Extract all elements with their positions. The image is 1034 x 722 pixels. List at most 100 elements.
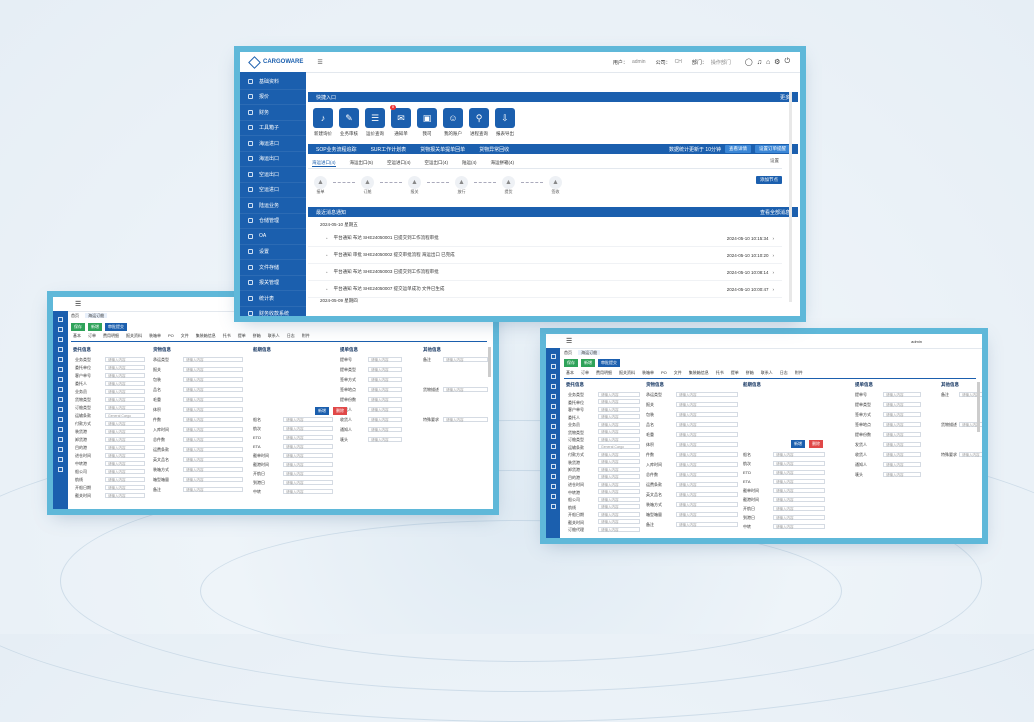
form-subtab[interactable]: 提单 (731, 370, 739, 376)
sidebar-icon[interactable] (550, 364, 556, 369)
form-input[interactable]: 请输入内容 (105, 372, 145, 378)
form-tab-home[interactable]: 首页 (564, 350, 572, 355)
form-input[interactable]: 请输入内容 (183, 406, 243, 412)
sidebar-item[interactable]: 陆运业务 (240, 198, 306, 214)
sidebar-icon[interactable] (550, 434, 556, 439)
submit-button[interactable]: 审批提交 (105, 323, 127, 331)
quick-item[interactable]: ☺ 我的账户 (442, 108, 464, 137)
sidebar-icon[interactable] (58, 337, 63, 342)
form-input[interactable]: 请输入内容 (598, 481, 640, 487)
sidebar-icon[interactable] (58, 347, 63, 352)
form-input[interactable]: 请输入内容 (368, 376, 402, 382)
form-input[interactable]: 请输入内容 (598, 489, 640, 494)
quick-item[interactable]: ▣ 我司 (416, 108, 438, 137)
sidebar-icon[interactable] (550, 354, 556, 359)
sidebar-item[interactable]: 报价 (240, 90, 306, 105)
form-input[interactable]: 请输入内容 (105, 492, 145, 498)
form-input[interactable]: 请输入内容 (676, 441, 738, 447)
form-input[interactable]: 请输入内容 (183, 356, 243, 362)
form-input[interactable]: 请输入内容 (105, 388, 145, 394)
form-input[interactable]: 请输入内容 (773, 514, 825, 520)
form-input[interactable]: 请输入内容 (883, 411, 921, 417)
home-icon[interactable]: ⌂ (766, 59, 770, 66)
form-input[interactable]: 请输入内容 (105, 436, 145, 442)
sidebar-icon[interactable] (58, 317, 63, 322)
form-input[interactable]: 请输入内容 (883, 431, 921, 437)
sidebar-icon[interactable] (58, 397, 63, 402)
branch-value[interactable]: 操作部门 (711, 59, 731, 66)
sidebar-icon[interactable] (550, 504, 556, 509)
form-input[interactable]: 请输入内容 (368, 406, 402, 412)
form-input[interactable]: 请输入内容 (773, 451, 825, 457)
form-input[interactable]: 请输入内容 (105, 476, 145, 482)
form-input[interactable]: 请输入内容 (773, 523, 825, 529)
form-input[interactable]: 请输入内容 (183, 366, 243, 372)
form-input[interactable]: 请输入内容 (773, 487, 825, 493)
sidebar-icon[interactable] (58, 377, 63, 382)
sidebar-icon[interactable] (58, 457, 63, 462)
form-input[interactable]: 请输入内容 (598, 451, 640, 457)
form-input[interactable]: 请输入内容 (283, 434, 333, 440)
form-input[interactable]: 请输入内容 (883, 461, 921, 467)
form-subtab[interactable]: 附件 (302, 333, 310, 339)
form-subtab[interactable]: 订单 (581, 370, 589, 376)
form-input[interactable]: 请输入内容 (773, 460, 825, 466)
row-delete-button[interactable]: 删除 (333, 407, 347, 415)
sidebar-icon[interactable] (550, 464, 556, 469)
form-input[interactable]: 请输入内容 (105, 452, 145, 458)
form-input[interactable]: 请输入内容 (283, 488, 333, 494)
sidebar-item[interactable]: OA (240, 229, 306, 245)
message-row[interactable]: • 平台通知 布达 SHE24050001 已提交到工作流程审批 2024-05-1… (308, 230, 782, 247)
form-input[interactable]: 请输入内容 (105, 468, 145, 474)
form-input[interactable]: 请输入内容 (183, 436, 243, 442)
form-subtab[interactable]: 费用明细 (596, 370, 612, 376)
sidebar-item[interactable]: 文件存储 (240, 260, 306, 276)
row-add-button[interactable]: 新增 (315, 407, 329, 415)
form-input[interactable]: 请输入内容 (676, 431, 738, 437)
form-input[interactable]: 请输入内容 (368, 436, 402, 442)
form-input[interactable]: 请输入内容 (105, 460, 145, 466)
form-input[interactable]: 请输入内容 (368, 396, 402, 402)
form-input[interactable]: 请输入内容 (283, 425, 333, 431)
form-input[interactable]: 请输入内容 (598, 406, 640, 412)
form-subtab[interactable]: 基本 (566, 370, 574, 376)
sidebar-item[interactable]: 基础资料 (240, 74, 306, 90)
form-input[interactable]: 请输入内容 (676, 401, 738, 407)
flow-tab[interactable]: 空运进口(4) (387, 160, 411, 167)
form-input[interactable]: 请输入内容 (598, 526, 640, 532)
message-row[interactable]: • 平台通知 布达 SHE24050003 已提交到工作流程审批 2024-05-1… (308, 264, 782, 281)
sidebar-item[interactable]: 设置 (240, 245, 306, 260)
user-value[interactable]: admin (632, 59, 646, 65)
form-subtab[interactable]: 日志 (780, 370, 788, 376)
sidebar-icon[interactable] (550, 394, 556, 399)
tracking-tab[interactable]: SOP业务流程追踪 (316, 146, 357, 153)
form-input[interactable]: 请输入内容 (368, 366, 402, 372)
form-subtab[interactable]: 文件 (181, 333, 189, 339)
sidebar-icon[interactable] (58, 417, 63, 422)
form-input[interactable]: 请输入内容 (773, 478, 825, 484)
form-input[interactable]: 请输入内容 (105, 428, 145, 434)
sidebar-icon[interactable] (550, 474, 556, 479)
sidebar-icon[interactable] (550, 454, 556, 459)
form-input[interactable]: 请输入内容 (105, 404, 145, 410)
sidebar-icon[interactable] (550, 404, 556, 409)
form-input[interactable]: 请输入内容 (283, 452, 333, 458)
sidebar-icon[interactable] (58, 447, 63, 452)
flow-settings[interactable]: 设置 (770, 158, 779, 164)
form-input[interactable]: 请输入内容 (773, 505, 825, 511)
form-input[interactable]: 请输入内容 (183, 416, 243, 422)
form-input[interactable]: 请输入内容 (598, 511, 640, 517)
power-icon[interactable]: ⏻ (784, 58, 790, 66)
form-input[interactable]: 请输入内容 (773, 496, 825, 502)
form-input[interactable]: 请输入内容 (676, 451, 738, 457)
sidebar-item[interactable]: 工具箱子 (240, 121, 306, 136)
form-subtab[interactable]: 联系人 (761, 370, 773, 376)
sidebar-icon[interactable] (550, 424, 556, 429)
messages-more-link[interactable]: 查看全部消息 (760, 209, 790, 216)
form-subtab[interactable]: 日志 (287, 333, 295, 339)
sidebar-icon[interactable] (58, 467, 63, 472)
form-input[interactable]: 请输入内容 (598, 399, 640, 404)
form-input[interactable]: 请输入内容 (283, 470, 333, 476)
form-subtab[interactable]: 订单 (88, 333, 96, 339)
tracking-tab[interactable]: 货物报关单提单回单 (420, 146, 465, 153)
